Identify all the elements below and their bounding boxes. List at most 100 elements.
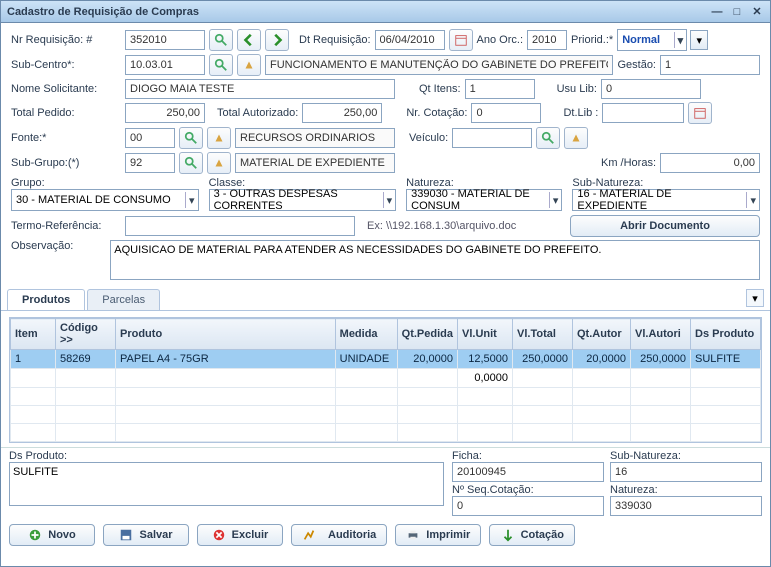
imprimir-button[interactable]: Imprimir	[395, 524, 481, 546]
window-title: Cadastro de Requisição de Compras	[7, 6, 199, 18]
abrir-documento-button[interactable]: Abrir Documento	[570, 215, 760, 237]
col-vltotal[interactable]: Vl.Total	[513, 319, 573, 350]
col-qtped[interactable]: Qt.Pedida	[397, 319, 457, 350]
brush-icon[interactable]	[207, 152, 231, 174]
label-sub-nat2: Sub-Natureza:	[610, 450, 762, 462]
col-vlaut[interactable]: Vl.Autori	[631, 319, 691, 350]
grupo-select[interactable]: 30 - MATERIAL DE CONSUMO	[11, 189, 199, 211]
label-ex: Ex: \\192.168.1.30\arquivo.doc	[367, 220, 516, 232]
search-icon[interactable]	[536, 127, 560, 149]
sub-centro-desc	[265, 55, 613, 75]
total-aut-field	[302, 103, 382, 123]
priorid-dropdown-icon[interactable]: ▾	[690, 30, 708, 50]
label-grupo: Grupo:	[11, 177, 199, 189]
novo-button[interactable]: Novo	[9, 524, 95, 546]
sub-nat-select[interactable]: 16 - MATERIAL DE EXPEDIENTE	[572, 189, 760, 211]
calendar-icon[interactable]	[688, 102, 712, 124]
table-row[interactable]	[11, 388, 761, 406]
brush-icon[interactable]	[207, 127, 231, 149]
label-ficha: Ficha:	[452, 450, 604, 462]
label-usu-lib: Usu Lib:	[557, 83, 597, 95]
label-dt-req: Dt Requisição:	[299, 34, 371, 46]
tab-dropdown-icon[interactable]: ▾	[746, 289, 764, 307]
salvar-button[interactable]: Salvar	[103, 524, 189, 546]
label-total-aut: Total Autorizado:	[217, 107, 298, 119]
label-veiculo: Veículo:	[409, 132, 448, 144]
nome-sol-field[interactable]	[125, 79, 395, 99]
col-dsprod[interactable]: Ds Produto	[691, 319, 761, 350]
dt-lib-field[interactable]	[602, 103, 684, 123]
km-horas-field[interactable]	[660, 153, 760, 173]
obs-field[interactable]	[110, 240, 760, 280]
tab-produtos[interactable]: Produtos	[7, 289, 85, 310]
ds-produto-field[interactable]	[9, 462, 444, 506]
col-item[interactable]: Item	[11, 319, 56, 350]
total-pedido-field	[125, 103, 205, 123]
tab-parcelas[interactable]: Parcelas	[87, 289, 160, 310]
qt-itens-field[interactable]	[465, 79, 535, 99]
label-sub-centro: Sub-Centro*:	[11, 59, 121, 71]
label-km-horas: Km /Horas:	[601, 157, 656, 169]
dt-req-field[interactable]	[375, 30, 445, 50]
label-nr-cot: Nr. Cotação:	[406, 107, 467, 119]
label-sub-grupo: Sub-Grupo:(*)	[11, 157, 121, 169]
gestao-field[interactable]	[660, 55, 760, 75]
col-produto[interactable]: Produto	[116, 319, 336, 350]
no-seq-field[interactable]	[452, 496, 604, 516]
cotacao-button[interactable]: Cotação	[489, 524, 575, 546]
sub-nat2-field[interactable]	[610, 462, 762, 482]
prev-icon[interactable]	[237, 29, 261, 51]
col-medida[interactable]: Medida	[335, 319, 397, 350]
sub-grupo-field[interactable]	[125, 153, 175, 173]
col-vlunit[interactable]: Vl.Unit	[458, 319, 513, 350]
natureza-select[interactable]: 339030 - MATERIAL DE CONSUM	[406, 189, 562, 211]
fonte-field[interactable]	[125, 128, 175, 148]
auditoria-button[interactable]: Auditoria	[291, 524, 387, 546]
veiculo-field[interactable]	[452, 128, 532, 148]
label-no-seq: Nº Seq.Cotação:	[452, 484, 604, 496]
maximize-icon[interactable]: □	[730, 5, 744, 19]
sub-centro-field[interactable]	[125, 55, 205, 75]
label-natureza2: Natureza:	[610, 484, 762, 496]
minimize-icon[interactable]: —	[710, 5, 724, 19]
label-nr-req: Nr Requisição: #	[11, 34, 121, 46]
label-obs: Observação:	[11, 240, 106, 252]
calendar-icon[interactable]	[449, 29, 473, 51]
priorid-select[interactable]: Normal	[617, 29, 687, 51]
ficha-field[interactable]	[452, 462, 604, 482]
close-icon[interactable]: ✕	[750, 5, 764, 19]
search-icon[interactable]	[209, 29, 233, 51]
excluir-button[interactable]: Excluir	[197, 524, 283, 546]
label-priorid: Priorid.:*	[571, 34, 613, 46]
table-row[interactable]: 1 58269 PAPEL A4 - 75GR UNIDADE 20,0000 …	[11, 350, 761, 369]
nr-cot-field[interactable]	[471, 103, 541, 123]
natureza2-field[interactable]	[610, 496, 762, 516]
search-icon[interactable]	[209, 54, 233, 76]
col-codigo[interactable]: Código >>	[56, 319, 116, 350]
label-dt-lib: Dt.Lib :	[563, 107, 598, 119]
table-row[interactable]	[11, 424, 761, 442]
label-nome-sol: Nome Solicitante:	[11, 83, 121, 95]
sub-grupo-desc	[235, 153, 395, 173]
next-icon[interactable]	[265, 29, 289, 51]
label-ano-orc: Ano Orc.:	[477, 34, 523, 46]
brush-icon[interactable]	[564, 127, 588, 149]
col-qtaut[interactable]: Qt.Autor	[573, 319, 631, 350]
termo-ref-field[interactable]	[125, 216, 355, 236]
table-row[interactable]	[11, 406, 761, 424]
label-ds-produto: Ds Produto:	[9, 450, 444, 462]
titlebar: Cadastro de Requisição de Compras — □ ✕	[1, 1, 770, 23]
label-termo-ref: Termo-Referência:	[11, 220, 121, 232]
search-icon[interactable]	[179, 127, 203, 149]
nr-req-field[interactable]	[125, 30, 205, 50]
classe-select[interactable]: 3 - OUTRAS DESPESAS CORRENTES	[209, 189, 397, 211]
label-qt-itens: Qt Itens:	[419, 83, 461, 95]
fonte-desc	[235, 128, 395, 148]
table-row[interactable]: 0,0000	[11, 369, 761, 388]
search-icon[interactable]	[179, 152, 203, 174]
brush-icon[interactable]	[237, 54, 261, 76]
label-total-pedido: Total Pedido:	[11, 107, 121, 119]
usu-lib-field[interactable]	[601, 79, 701, 99]
grid-produtos: Item Código >> Produto Medida Qt.Pedida …	[9, 317, 762, 443]
ano-orc-field[interactable]	[527, 30, 567, 50]
